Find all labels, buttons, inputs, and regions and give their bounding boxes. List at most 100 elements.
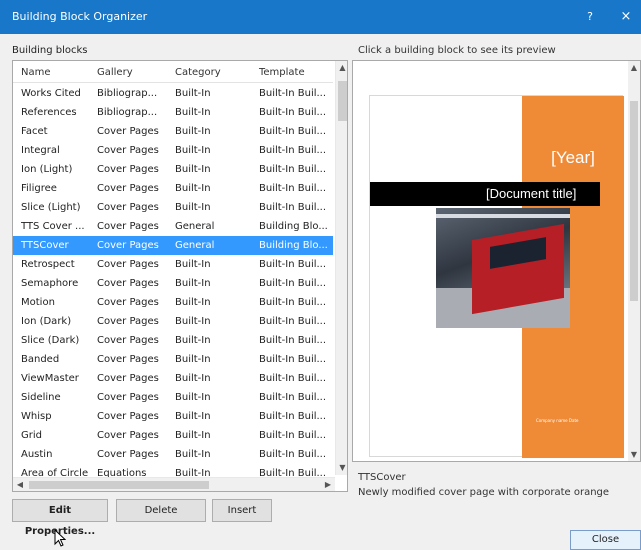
cell-name: TTSCover bbox=[21, 240, 69, 251]
cell-template: Built-In Buil... bbox=[259, 297, 327, 308]
cell-name: Filigree bbox=[21, 183, 57, 194]
table-row[interactable]: ViewMaster Cover Pages Built-In Built-In Bu… bbox=[13, 369, 333, 388]
scroll-left-icon[interactable]: ◀ bbox=[13, 478, 27, 491]
preview-scrollbar[interactable]: ▲ ▼ bbox=[628, 61, 640, 461]
cell-gallery: Cover Pages bbox=[97, 221, 159, 232]
cell-name: Slice (Light) bbox=[21, 202, 81, 213]
table-row[interactable]: Works Cited Bibliograp... Built-In Built-In… bbox=[13, 84, 333, 103]
cell-gallery: Cover Pages bbox=[97, 411, 159, 422]
cell-category: Built-In bbox=[175, 373, 211, 384]
table-row[interactable]: TTS Cover ... Cover Pages General Building … bbox=[13, 217, 333, 236]
delete-button[interactable]: Delete bbox=[116, 499, 206, 522]
cell-category: General bbox=[175, 240, 215, 251]
preview-label: Click a building block to see its previe… bbox=[358, 45, 556, 56]
scroll-thumb[interactable] bbox=[338, 81, 347, 121]
table-row[interactable]: Slice (Light) Cover Pages Built-In Built-In… bbox=[13, 198, 333, 217]
table-row[interactable]: Integral Cover Pages Built-In Built-In Buil… bbox=[13, 141, 333, 160]
table-row[interactable]: Ion (Dark) Cover Pages Built-In Built-In Bu… bbox=[13, 312, 333, 331]
cell-gallery: Cover Pages bbox=[97, 126, 159, 137]
column-header-gallery[interactable]: Gallery bbox=[97, 67, 169, 78]
insert-button[interactable]: Insert bbox=[212, 499, 272, 522]
cell-category: Built-In bbox=[175, 335, 211, 346]
preview-scroll-up-icon[interactable]: ▲ bbox=[628, 63, 640, 72]
cell-template: Building Blo... bbox=[259, 240, 328, 251]
cell-template: Building Blo... bbox=[259, 221, 328, 232]
company-placeholder: Company name Date bbox=[536, 418, 579, 423]
cell-name: TTS Cover ... bbox=[21, 221, 85, 232]
table-row[interactable]: Ion (Light) Cover Pages Built-In Built-In B… bbox=[13, 160, 333, 179]
help-button[interactable]: ? bbox=[580, 7, 600, 27]
list-vertical-scrollbar[interactable]: ▲ ▼ bbox=[335, 61, 347, 475]
table-row[interactable]: Slice (Dark) Cover Pages Built-In Built-In … bbox=[13, 331, 333, 350]
table-row[interactable]: Semaphore Cover Pages Built-In Built-In Bui… bbox=[13, 274, 333, 293]
cell-template: Built-In Buil... bbox=[259, 316, 327, 327]
close-button[interactable]: Close bbox=[570, 530, 641, 550]
cell-name: Semaphore bbox=[21, 278, 79, 289]
preview-scroll-down-icon[interactable]: ▼ bbox=[628, 450, 640, 459]
cell-name: Ion (Dark) bbox=[21, 316, 72, 327]
document-title-placeholder: [Document title] bbox=[486, 186, 577, 201]
cell-gallery: Cover Pages bbox=[97, 183, 159, 194]
selected-block-name: TTSCover bbox=[358, 472, 406, 483]
table-row[interactable]: Retrospect Cover Pages Built-In Built-In Bu… bbox=[13, 255, 333, 274]
cell-gallery: Cover Pages bbox=[97, 259, 159, 270]
cell-category: Built-In bbox=[175, 145, 211, 156]
cell-gallery: Cover Pages bbox=[97, 430, 159, 441]
cell-category: Built-In bbox=[175, 449, 211, 460]
table-row[interactable]: Facet Cover Pages Built-In Built-In Buil... bbox=[13, 122, 333, 141]
cell-category: Built-In bbox=[175, 430, 211, 441]
table-row[interactable]: Banded Cover Pages Built-In Built-In Buil..… bbox=[13, 350, 333, 369]
building-blocks-list[interactable]: Name Gallery Category Template Works Cit… bbox=[12, 60, 348, 492]
cell-name: Grid bbox=[21, 430, 42, 441]
table-row[interactable]: Whisp Cover Pages Built-In Built-In Buil... bbox=[13, 407, 333, 426]
mouse-cursor-icon bbox=[54, 529, 66, 547]
table-row[interactable]: Motion Cover Pages Built-In Built-In Buil..… bbox=[13, 293, 333, 312]
cell-name: Works Cited bbox=[21, 88, 81, 99]
cell-template: Built-In Buil... bbox=[259, 126, 327, 137]
cell-category: Built-In bbox=[175, 202, 211, 213]
table-row[interactable]: Sideline Cover Pages Built-In Built-In Buil… bbox=[13, 388, 333, 407]
table-row[interactable]: TTSCover Cover Pages General Building Blo..… bbox=[13, 236, 333, 255]
cell-category: Built-In bbox=[175, 107, 211, 118]
close-window-button[interactable]: × bbox=[616, 7, 636, 27]
cell-name: Ion (Light) bbox=[21, 164, 73, 175]
cell-gallery: Cover Pages bbox=[97, 316, 159, 327]
cell-category: Built-In bbox=[175, 316, 211, 327]
column-header-name[interactable]: Name bbox=[21, 67, 95, 78]
cell-template: Built-In Buil... bbox=[259, 449, 327, 460]
edit-properties-button[interactable]: Edit Properties... bbox=[12, 499, 108, 537]
scroll-up-icon[interactable]: ▲ bbox=[336, 61, 347, 75]
scroll-down-icon[interactable]: ▼ bbox=[336, 461, 347, 475]
cell-name: Facet bbox=[21, 126, 48, 137]
column-header-category[interactable]: Category bbox=[175, 67, 253, 78]
preview-scroll-thumb[interactable] bbox=[630, 101, 638, 301]
cell-template: Built-In Buil... bbox=[259, 354, 327, 365]
cell-category: Built-In bbox=[175, 354, 211, 365]
cell-gallery: Cover Pages bbox=[97, 202, 159, 213]
cell-category: Built-In bbox=[175, 126, 211, 137]
cell-category: Built-In bbox=[175, 183, 211, 194]
selected-block-description: Newly modified cover page with corporate… bbox=[358, 487, 610, 498]
cell-name: Austin bbox=[21, 449, 53, 460]
cell-template: Built-In Buil... bbox=[259, 335, 327, 346]
cell-template: Built-In Buil... bbox=[259, 430, 327, 441]
cell-gallery: Cover Pages bbox=[97, 164, 159, 175]
list-rows: Works Cited Bibliograp... Built-In Built-In… bbox=[13, 84, 333, 483]
cell-template: Built-In Buil... bbox=[259, 411, 327, 422]
list-horizontal-scrollbar[interactable]: ◀ ▶ bbox=[13, 477, 335, 491]
table-row[interactable]: References Bibliograp... Built-In Built-In … bbox=[13, 103, 333, 122]
scroll-right-icon[interactable]: ▶ bbox=[321, 478, 335, 491]
table-row[interactable]: Austin Cover Pages Built-In Built-In Buil..… bbox=[13, 445, 333, 464]
cell-category: Built-In bbox=[175, 88, 211, 99]
cell-template: Built-In Buil... bbox=[259, 373, 327, 384]
cell-gallery: Cover Pages bbox=[97, 354, 159, 365]
cell-template: Built-In Buil... bbox=[259, 107, 327, 118]
table-row[interactable]: Grid Cover Pages Built-In Built-In Buil... bbox=[13, 426, 333, 445]
column-header-template[interactable]: Template bbox=[259, 67, 331, 78]
cell-gallery: Cover Pages bbox=[97, 145, 159, 156]
scroll-thumb-horizontal[interactable] bbox=[29, 481, 209, 489]
cell-category: Built-In bbox=[175, 164, 211, 175]
cover-page-preview: [Year] [Document title] Company name Dat… bbox=[369, 95, 624, 458]
cell-template: Built-In Buil... bbox=[259, 259, 327, 270]
table-row[interactable]: Filigree Cover Pages Built-In Built-In Buil… bbox=[13, 179, 333, 198]
